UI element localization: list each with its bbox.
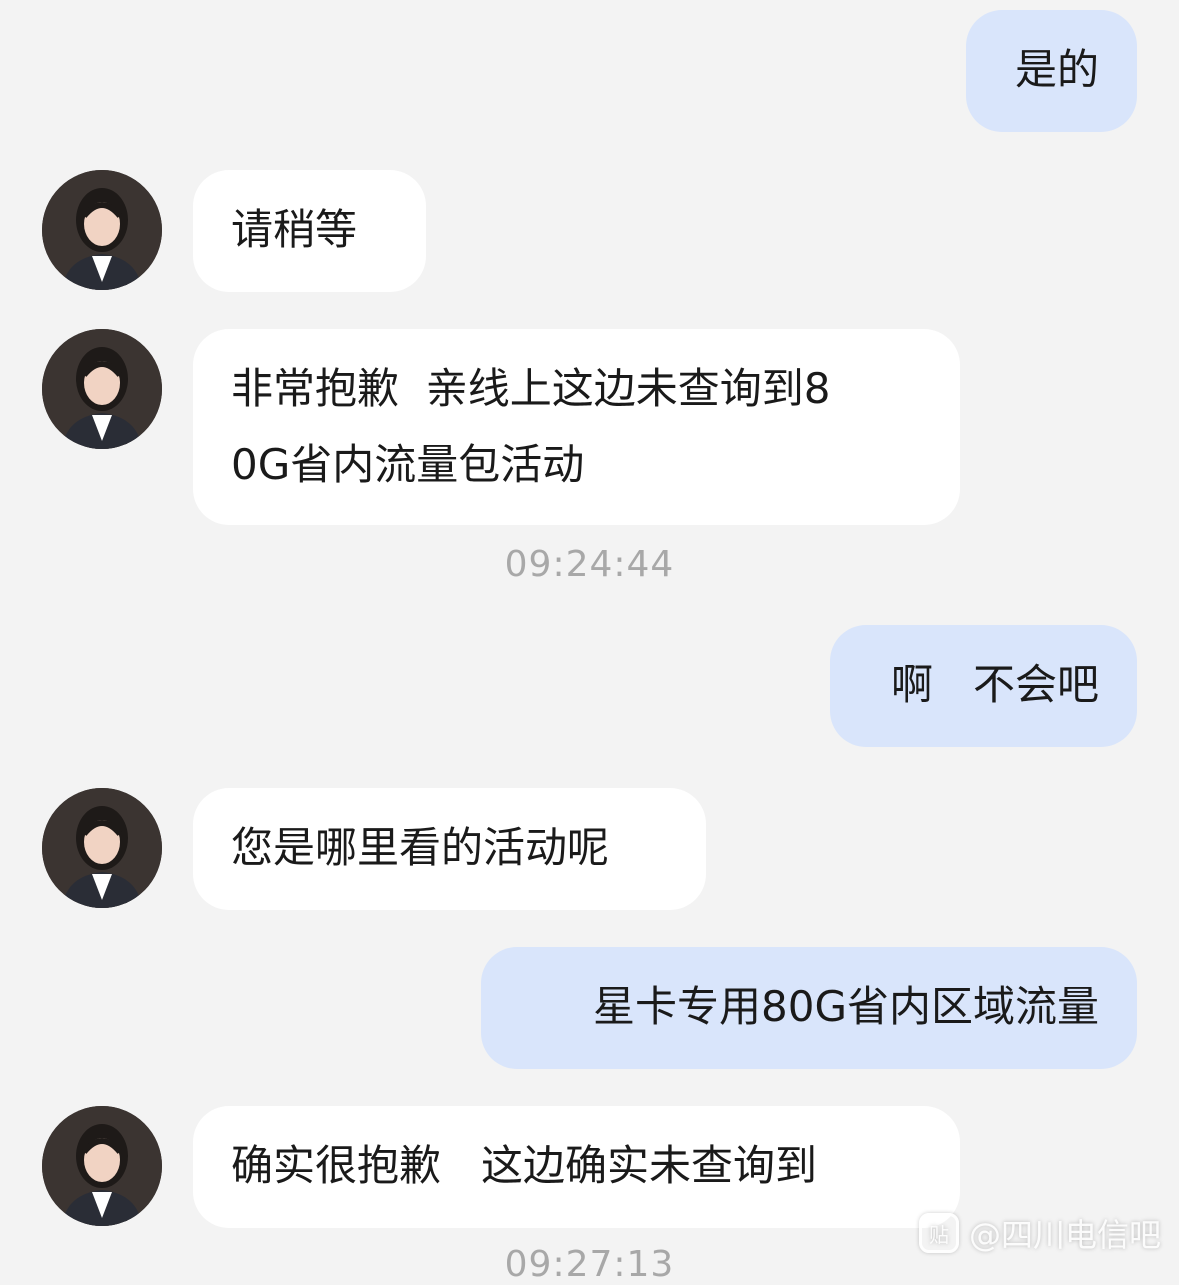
agent-avatar[interactable] — [42, 170, 162, 290]
agent-avatar[interactable] — [42, 329, 162, 449]
agent-avatar[interactable] — [42, 1106, 162, 1226]
agent-message-bubble[interactable]: 请稍等 — [193, 170, 426, 292]
user-message-bubble[interactable]: 星卡专用80G省内区域流量 — [481, 947, 1137, 1069]
watermark-text: @四川电信吧 — [968, 1216, 1161, 1254]
agent-message-bubble[interactable]: 您是哪里看的活动呢 — [193, 788, 706, 910]
tieba-logo-icon: 贴 — [918, 1213, 959, 1253]
agent-message-bubble[interactable]: 确实很抱歉 这边确实未查询到 — [193, 1106, 960, 1228]
user-message-bubble[interactable]: 是的 — [966, 10, 1137, 132]
message-timestamp: 09:24:44 — [504, 544, 675, 585]
agent-avatar[interactable] — [42, 788, 162, 908]
watermark: 贴 @四川电信吧 — [918, 1210, 1161, 1256]
agent-message-bubble[interactable]: 非常抱歉 亲线上这边未查询到8 0G省内流量包活动 — [193, 329, 960, 525]
user-message-bubble[interactable]: 啊 不会吧 — [830, 625, 1137, 747]
agent-portrait-icon — [42, 170, 162, 290]
agent-portrait-icon — [42, 1106, 162, 1226]
agent-portrait-icon — [42, 329, 162, 449]
agent-portrait-icon — [42, 788, 162, 908]
